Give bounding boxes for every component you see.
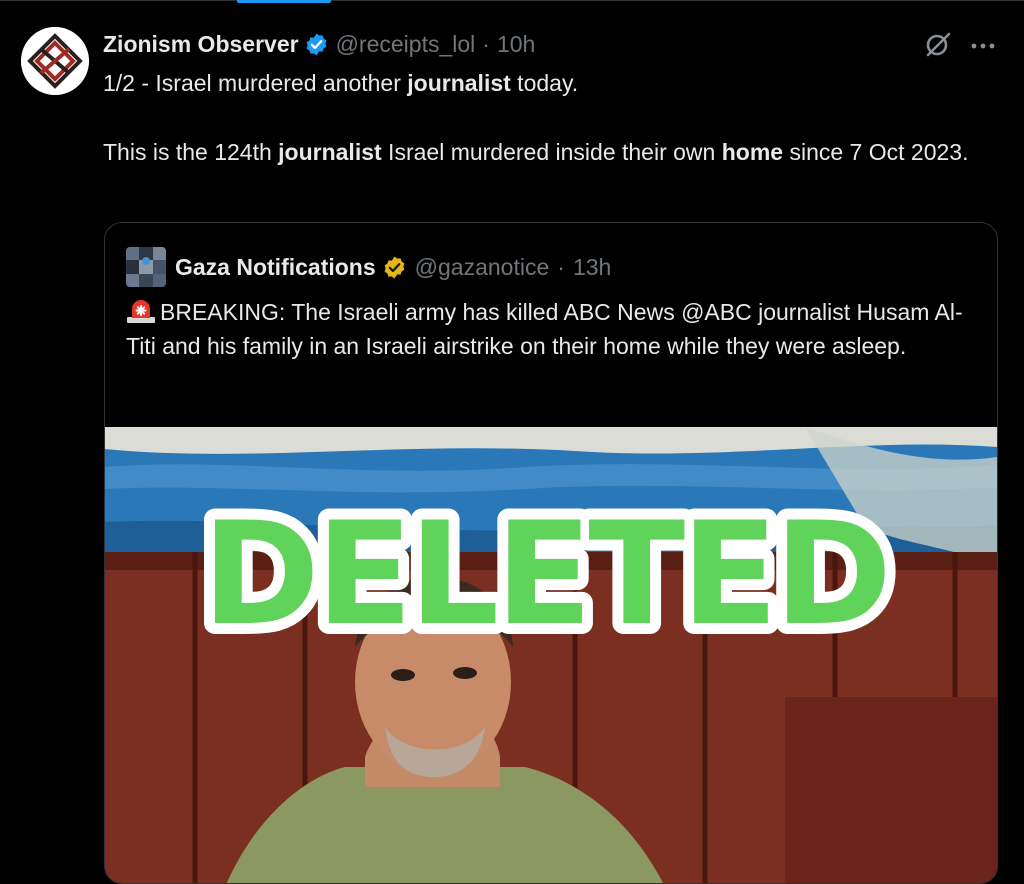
bold-term: journalist bbox=[278, 139, 382, 165]
quoted-avatar[interactable] bbox=[126, 247, 166, 287]
tweet-header: Zionism Observer @receipts_lol · 10h bbox=[103, 28, 535, 60]
timeline-divider bbox=[0, 0, 1024, 1]
active-tab-indicator bbox=[237, 0, 331, 3]
quoted-media-image[interactable]: DELETED bbox=[105, 427, 997, 883]
author-handle[interactable]: @receipts_lol bbox=[336, 31, 476, 58]
verified-badge-icon bbox=[304, 32, 329, 57]
siren-icon bbox=[126, 298, 156, 324]
deleted-overlay-text: DELETED bbox=[202, 492, 888, 657]
quoted-tweet-text: BREAKING: The Israeli army has killed AB… bbox=[126, 298, 963, 359]
timestamp[interactable]: 10h bbox=[497, 31, 535, 58]
author-name[interactable]: Zionism Observer bbox=[103, 31, 299, 58]
verified-badge-icon bbox=[382, 255, 407, 280]
separator-dot: · bbox=[557, 253, 565, 280]
quoted-timestamp[interactable]: 13h bbox=[573, 254, 611, 281]
quoted-author-name[interactable]: Gaza Notifications bbox=[175, 254, 376, 281]
quoted-tweet-header: Gaza Notifications @gazanotice · 13h bbox=[126, 247, 611, 287]
bold-term: home bbox=[721, 139, 784, 165]
avatar[interactable] bbox=[21, 27, 89, 95]
tweet-actions bbox=[924, 30, 996, 63]
separator-dot: · bbox=[482, 30, 490, 57]
tweet-paragraph-2: This is the 124th journalist Israel murd… bbox=[103, 139, 969, 165]
bold-term: journalist bbox=[407, 70, 511, 96]
quoted-tweet[interactable]: Gaza Notifications @gazanotice · 13h BRE… bbox=[104, 222, 998, 884]
quoted-author-handle[interactable]: @gazanotice bbox=[415, 254, 550, 281]
tweet-text: 1/2 - Israel murdered another journalist… bbox=[103, 68, 983, 168]
tweet-line-1: 1/2 - Israel murdered another journalist… bbox=[103, 70, 579, 96]
more-icon[interactable] bbox=[970, 38, 996, 56]
grok-icon[interactable] bbox=[924, 30, 952, 63]
